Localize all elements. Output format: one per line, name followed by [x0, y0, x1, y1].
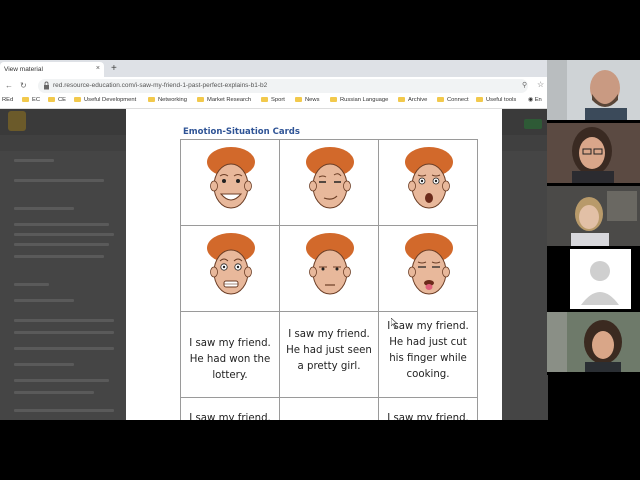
dimmed-text-line: [14, 409, 114, 412]
top-letterbox: [0, 0, 640, 60]
card-caption: I saw my friend. He: [387, 413, 469, 420]
disgusted-face-icon: [405, 233, 453, 295]
face-card: [279, 225, 379, 312]
dimmed-text-line: [14, 179, 104, 182]
dimmed-text-line: [14, 207, 74, 210]
bookmark-item[interactable]: News: [295, 97, 320, 103]
bookmarks-bar: REd EC CE Useful Development Networking …: [0, 95, 548, 109]
participant-tile[interactable]: [547, 60, 640, 120]
folder-icon: [476, 97, 483, 102]
bookmark-item[interactable]: Market Research: [197, 97, 251, 103]
tab-strip: View material × +: [0, 60, 548, 77]
bookmark-item[interactable]: Archive: [398, 97, 427, 103]
participant-strip: [547, 60, 640, 375]
card-caption: I saw my friend. He had just cut his fin…: [387, 321, 469, 380]
folder-icon: [148, 97, 155, 102]
folder-icon: [74, 97, 81, 102]
bookmark-item[interactable]: ◉ En: [528, 97, 542, 103]
folder-icon: [22, 97, 29, 102]
browser-window: View material × + ← ↻ red.resource-educa…: [0, 60, 548, 420]
participant-tile[interactable]: [547, 186, 640, 246]
participant-woman-glasses-video: [547, 123, 640, 183]
url-bar[interactable]: red.resource-education.com/i-saw-my-frie…: [38, 79, 528, 93]
page-content: Emotion-Situation Cards I saw my friend.…: [0, 109, 548, 420]
tab-close-icon[interactable]: ×: [96, 65, 100, 72]
card-caption: I saw my friend. He: [189, 413, 271, 420]
face-card: [378, 225, 478, 312]
bottom-letterbox: [0, 420, 640, 480]
mouse-cursor-icon: [391, 318, 398, 328]
search-icon[interactable]: ⚲: [522, 81, 527, 89]
folder-icon: [437, 97, 444, 102]
bookmark-item[interactable]: Useful tools: [476, 97, 516, 103]
reload-icon[interactable]: ↻: [20, 81, 27, 90]
caption-card: I saw my friend. He had just seen a pret…: [279, 311, 379, 398]
folder-icon: [330, 97, 337, 102]
card-caption: I saw my friend. He had just seen a pret…: [286, 329, 372, 372]
document-viewer[interactable]: Emotion-Situation Cards I saw my friend.…: [126, 109, 502, 420]
bookmark-item[interactable]: Russian Language: [330, 97, 388, 103]
face-card: [378, 139, 478, 226]
dimmed-text-line: [14, 391, 94, 394]
globe-icon: ◉: [528, 97, 534, 103]
dimmed-text-line: [14, 255, 104, 258]
dimmed-text-line: [14, 299, 74, 302]
caption-card: I saw my friend. He: [378, 397, 478, 420]
laughing-face-icon: [207, 147, 255, 209]
participant-woman-curly-video: [547, 312, 640, 372]
dimmed-text-line: [14, 331, 114, 334]
dimmed-text-line: [14, 363, 74, 366]
participant-tile[interactable]: [547, 312, 640, 372]
dimmed-text-line: [14, 283, 49, 286]
tab-title: View material: [4, 66, 43, 73]
bookmark-item[interactable]: REd: [2, 97, 13, 103]
scared-face-icon: [207, 233, 255, 295]
bookmark-star-icon[interactable]: ☆: [537, 80, 544, 89]
participant-tile[interactable]: [547, 249, 640, 309]
bored-face-icon: [306, 233, 354, 295]
caption-card: I saw my friend. He had won the lottery.: [180, 311, 280, 398]
dimmed-text-line: [14, 159, 54, 162]
bookmark-item[interactable]: Sport: [261, 97, 285, 103]
dimmed-text-line: [14, 379, 109, 382]
face-card: [180, 139, 280, 226]
dimmed-text-line: [14, 233, 114, 236]
dimmed-text-line: [14, 223, 109, 226]
active-tab[interactable]: View material ×: [0, 62, 104, 77]
smug-face-icon: [306, 147, 354, 209]
face-card: [279, 139, 379, 226]
card-caption: I saw my friend. He had won the lottery.: [189, 338, 271, 381]
site-logo: [8, 111, 26, 131]
shocked-face-icon: [405, 147, 453, 209]
caption-card: [279, 397, 379, 420]
folder-icon: [398, 97, 405, 102]
folder-icon: [261, 97, 268, 102]
lock-icon: [44, 81, 49, 90]
document-title: Emotion-Situation Cards: [183, 127, 300, 137]
participant-woman-blonde-video: [547, 186, 640, 246]
face-card: [180, 225, 280, 312]
caption-card: I saw my friend. He: [180, 397, 280, 420]
bookmark-item[interactable]: Useful Development: [74, 97, 136, 103]
site-header-button[interactable]: [524, 119, 542, 129]
participant-tile[interactable]: [547, 123, 640, 183]
bookmark-item[interactable]: EC: [22, 97, 40, 103]
new-tab-button[interactable]: +: [111, 63, 117, 74]
dimmed-text-line: [14, 319, 114, 322]
dimmed-text-line: [14, 347, 114, 350]
participant-bald-man-video: [547, 60, 640, 120]
dimmed-text-line: [14, 243, 109, 246]
folder-icon: [48, 97, 55, 102]
url-text: red.resource-education.com/i-saw-my-frie…: [53, 82, 268, 89]
bookmark-item[interactable]: Connect: [437, 97, 469, 103]
participant-no-video-placeholder: [547, 249, 640, 309]
folder-icon: [295, 97, 302, 102]
address-row: ← ↻ red.resource-education.com/i-saw-my-…: [0, 77, 548, 95]
bookmark-item[interactable]: CE: [48, 97, 66, 103]
bookmark-item[interactable]: Networking: [148, 97, 187, 103]
back-icon[interactable]: ←: [5, 81, 13, 90]
folder-icon: [197, 97, 204, 102]
